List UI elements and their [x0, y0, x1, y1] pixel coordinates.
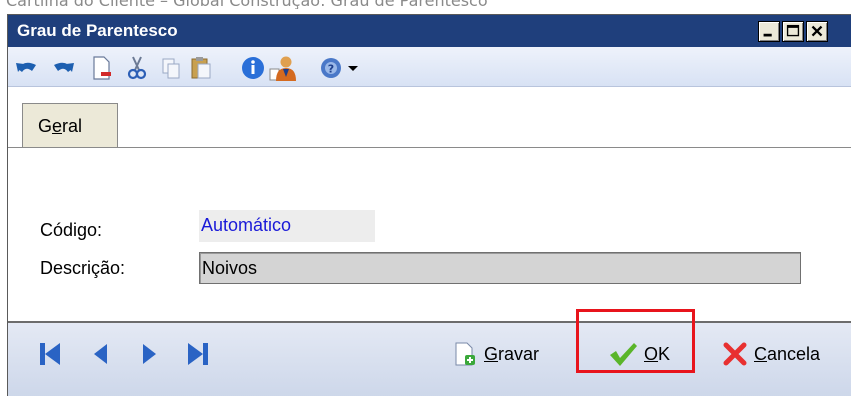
help-icon[interactable]: ? [318, 55, 344, 81]
copy-icon[interactable] [158, 55, 184, 81]
gravar-label-post: ravar [498, 343, 540, 364]
codigo-field: Automático [199, 210, 375, 242]
checkmark-icon [610, 343, 637, 366]
save-document-icon [455, 342, 475, 366]
ok-button[interactable]: OK [608, 340, 670, 368]
close-icon [811, 25, 823, 37]
title-bar: Grau de Parentesco [8, 15, 851, 47]
cancela-label-accel: C [754, 343, 767, 364]
info-icon[interactable] [240, 55, 266, 81]
tab-geral[interactable]: Geral [22, 103, 118, 149]
tab-label-accel: e [52, 116, 63, 136]
window-title: Grau de Parentesco [17, 21, 178, 40]
tab-label-post: ral [62, 116, 83, 136]
maximize-button[interactable] [782, 21, 804, 42]
ok-label-post: K [658, 343, 671, 364]
last-record-icon[interactable] [182, 339, 212, 369]
form-panel: Código: Automático Descrição: Noivos [8, 147, 851, 321]
document-caption: Cartilha do Cliente – Global Construção:… [6, 0, 846, 9]
cancel-x-icon [723, 342, 747, 366]
cut-icon[interactable] [124, 55, 150, 81]
first-record-icon[interactable] [36, 339, 66, 369]
dropdown-arrow-icon[interactable] [346, 55, 360, 81]
bottom-bar: Gravar OK Cancela [8, 323, 851, 396]
codigo-label: Código: [40, 220, 103, 240]
minimize-icon [763, 33, 772, 37]
close-button[interactable] [806, 21, 828, 42]
tab-label-pre: G [38, 116, 53, 136]
cancela-button[interactable]: Cancela [722, 340, 820, 368]
svg-text:?: ? [328, 63, 334, 76]
gravar-label-accel: G [484, 343, 499, 364]
tab-strip: Geral [8, 87, 851, 149]
descricao-input[interactable]: Noivos [199, 252, 801, 284]
gravar-button[interactable]: Gravar [452, 340, 539, 368]
descricao-label: Descrição: [40, 258, 126, 278]
grau-de-parentesco-window: Grau de Parentesco ? Geral Código: Autom… [7, 14, 851, 396]
minimize-button[interactable] [758, 21, 780, 42]
cancela-label-post: ancela [767, 343, 821, 364]
previous-record-icon[interactable] [86, 339, 116, 369]
undo-icon[interactable] [14, 55, 40, 81]
user-icon[interactable] [268, 55, 298, 81]
toolbar: ? [8, 47, 851, 87]
new-document-icon[interactable] [88, 55, 114, 81]
redo-icon[interactable] [50, 55, 76, 81]
ok-label-accel: O [644, 343, 659, 364]
maximize-icon [786, 24, 800, 37]
next-record-icon[interactable] [134, 339, 164, 369]
paste-icon[interactable] [188, 55, 214, 81]
